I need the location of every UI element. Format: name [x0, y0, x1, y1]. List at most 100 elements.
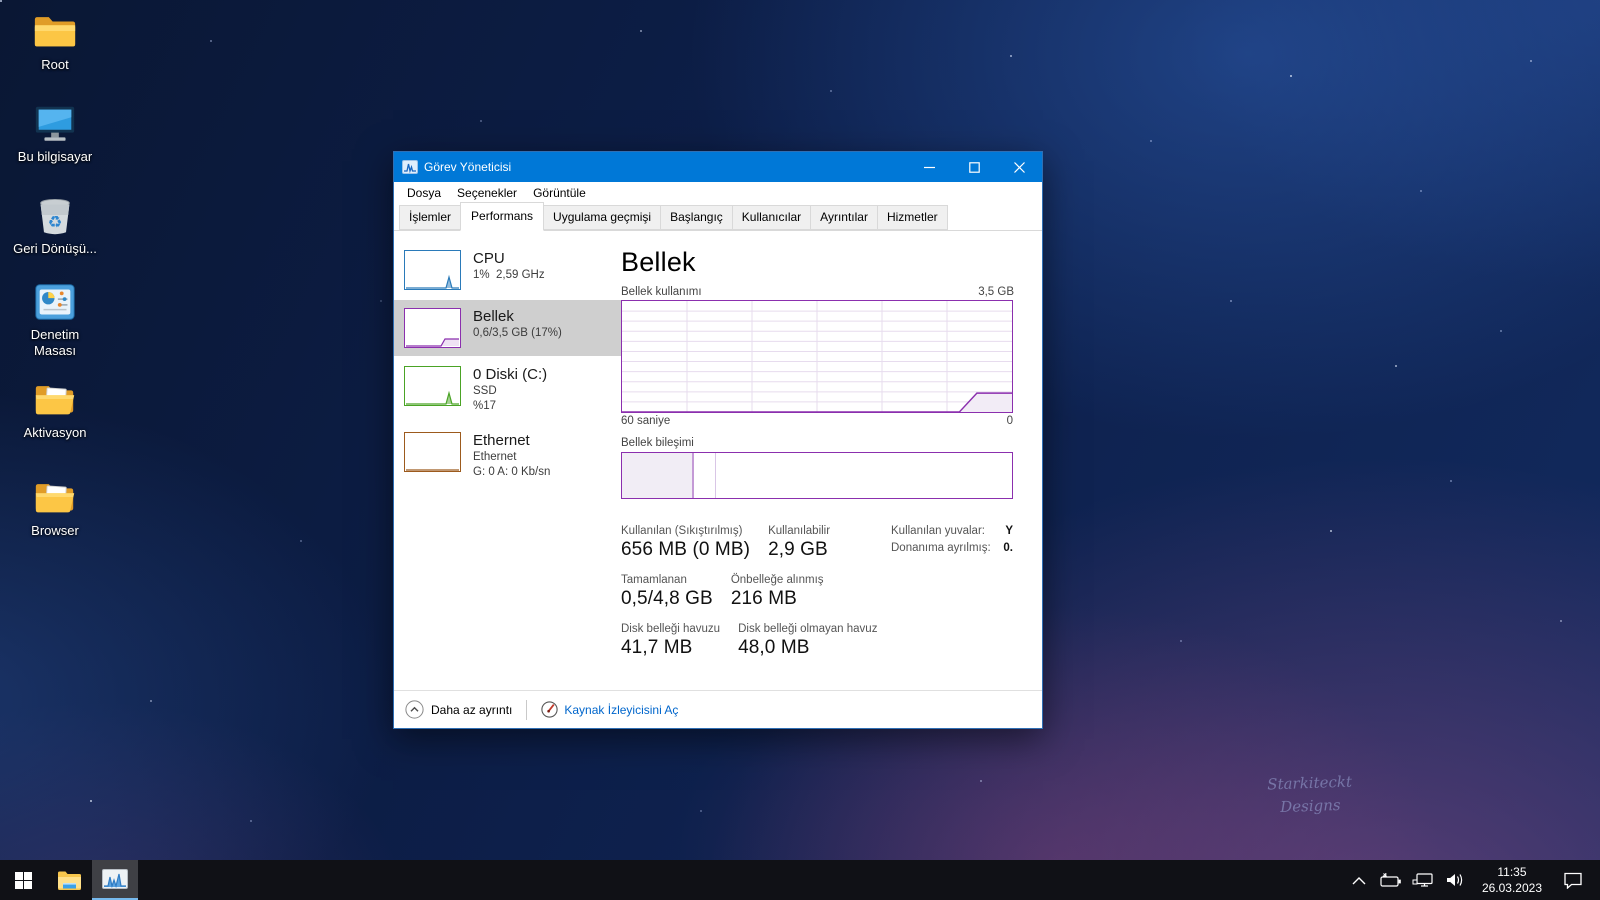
- detail-label: Kullanılan (Sıkıştırılmış): [621, 525, 750, 537]
- file-explorer-button[interactable]: [46, 860, 92, 900]
- detail-value: 656 MB (0 MB): [621, 539, 750, 561]
- start-button[interactable]: [0, 860, 46, 900]
- desktop-icon-activation[interactable]: Aktivasyon: [5, 378, 105, 441]
- volume-icon[interactable]: [1442, 860, 1468, 900]
- open-resource-monitor-link[interactable]: Kaynak İzleyicisini Aç: [541, 701, 678, 718]
- minimize-button[interactable]: [907, 152, 952, 182]
- window-titlebar[interactable]: Görev Yöneticisi: [394, 152, 1042, 182]
- hidden-icons-chevron-icon[interactable]: [1346, 860, 1372, 900]
- side-info-row: Kullanılan yuvalar:Y: [891, 525, 1013, 537]
- svg-text:♻: ♻: [48, 212, 63, 231]
- side-info-row: Donanıma ayrılmış: 0.: [891, 542, 1013, 554]
- sidebar-item-title: CPU: [473, 250, 545, 268]
- desktop-icon-recycle-bin[interactable]: ♻Geri Dönüşü...: [5, 194, 105, 257]
- tab-ayr-nt-lar[interactable]: Ayrıntılar: [811, 205, 878, 230]
- detail-value: 2,9 GB: [768, 539, 830, 561]
- sidebar-item-subtitle: Ethernet: [473, 450, 550, 465]
- memory-usage-label: Bellek kullanımı: [621, 286, 702, 298]
- detail-row: Tamamlanan 0,5/4,8 GB Önbelleğe alınmış 216…: [621, 574, 1013, 610]
- cpu-thumbnail-graph: [404, 250, 461, 290]
- menu-item-0[interactable]: Dosya: [399, 183, 449, 203]
- clock-date: 26.03.2023: [1482, 880, 1542, 896]
- side-info-value: 0.: [1003, 542, 1013, 554]
- clock-time: 11:35: [1482, 864, 1542, 880]
- desktop-icon-browser[interactable]: Browser: [5, 476, 105, 539]
- close-button[interactable]: [997, 152, 1042, 182]
- menu-bar: DosyaSeçeneklerGörüntüle: [394, 182, 1042, 204]
- window-statusbar: Daha az ayrıntı Kaynak İzleyicisini Aç: [394, 690, 1042, 728]
- detail-label: Önbelleğe alınmış: [731, 574, 824, 586]
- recycle-bin-icon: ♻: [31, 194, 79, 238]
- control-panel-icon: [31, 280, 79, 324]
- sidebar-item-disk-0-c[interactable]: 0 Diski (C:)SSD%17: [394, 358, 621, 422]
- sidebar-item-subtitle: G: 0 A: 0 Kb/sn: [473, 465, 550, 480]
- composition-segment-used[interactable]: [622, 453, 694, 498]
- tab-i-lemler[interactable]: İşlemler: [399, 205, 461, 230]
- disk-0-c-thumbnail-graph: [404, 366, 461, 406]
- detail-cell: Kullanılan (Sıkıştırılmış) 656 MB (0 MB): [621, 525, 750, 561]
- windows-logo-icon: [15, 872, 32, 889]
- desktop-icon-root[interactable]: Root: [5, 10, 105, 73]
- sidebar-item-ethernet[interactable]: EthernetEthernetG: 0 A: 0 Kb/sn: [394, 424, 621, 488]
- folder-open-icon: [31, 476, 79, 520]
- maximize-button[interactable]: [952, 152, 997, 182]
- sidebar-item-title: Bellek: [473, 308, 562, 326]
- desktop-icon-label: Aktivasyon: [24, 425, 87, 441]
- desktop-icon-this-pc[interactable]: Bu bilgisayar: [5, 102, 105, 165]
- network-icon[interactable]: [1410, 860, 1436, 900]
- menu-item-2[interactable]: Görüntüle: [525, 183, 594, 203]
- tab-performans[interactable]: Performans: [460, 202, 544, 231]
- tab-uygulama-ge-mi-i[interactable]: Uygulama geçmişi: [544, 205, 661, 230]
- fewer-details-button[interactable]: Daha az ayrıntı: [405, 700, 512, 719]
- memory-panel: Bellek Bellek kullanımı 3,5 GB 60 saniye…: [621, 231, 1042, 690]
- timeline-left-label: 60 saniye: [621, 415, 670, 427]
- composition-segment-free[interactable]: [716, 453, 1012, 498]
- taskbar-clock[interactable]: 11:35 26.03.2023: [1474, 864, 1550, 896]
- window-title: Görev Yöneticisi: [424, 160, 907, 174]
- desktop-icon-label: Browser: [31, 523, 79, 539]
- action-center-icon[interactable]: [1556, 860, 1590, 900]
- memory-side-info: Kullanılan yuvalar:Y Donanıma ayrılmış: 0.: [891, 525, 1013, 559]
- detail-value: 216 MB: [731, 588, 824, 610]
- sidebar-item-title: Ethernet: [473, 432, 550, 450]
- detail-cell: Disk belleği olmayan havuz48,0 MB: [738, 623, 877, 659]
- resource-monitor-icon: [541, 701, 558, 718]
- menu-item-1[interactable]: Seçenekler: [449, 183, 525, 203]
- battery-power-icon[interactable]: [1378, 860, 1404, 900]
- task-manager-taskbar-button[interactable]: [92, 860, 138, 900]
- memory-usage-chart: [621, 300, 1013, 413]
- taskbar-spacer: [138, 860, 1346, 900]
- taskbar: 11:35 26.03.2023: [0, 860, 1600, 900]
- timeline-right-label: 0: [1007, 415, 1013, 427]
- task-manager-icon: [102, 869, 128, 889]
- detail-row: Disk belleği havuzu41,7 MBDisk belleği o…: [621, 623, 1013, 659]
- file-explorer-icon: [57, 870, 82, 891]
- detail-cell: Kullanılabilir2,9 GB: [768, 525, 830, 561]
- performance-sidebar: CPU1% 2,59 GHzBellek0,6/3,5 GB (17%)0 Di…: [394, 231, 621, 690]
- desktop-icon-label: Root: [41, 57, 68, 73]
- sidebar-item-cpu[interactable]: CPU1% 2,59 GHz: [394, 242, 621, 298]
- memory-composition-bar: [621, 452, 1013, 499]
- desktop-icon-label: Denetim Masası: [9, 327, 101, 360]
- memory-thumbnail-graph: [404, 308, 461, 348]
- tab-hizmetler[interactable]: Hizmetler: [878, 205, 948, 230]
- side-info-label: Donanıma ayrılmış:: [891, 542, 991, 554]
- panel-title: Bellek: [621, 247, 1014, 278]
- detail-value: 0,5/4,8 GB: [621, 588, 713, 610]
- memory-details: Kullanılan (Sıkıştırılmış)656 MB (0 MB)K…: [621, 525, 1013, 659]
- tab-ba-lang-[interactable]: Başlangıç: [661, 205, 733, 230]
- ethernet-thumbnail-graph: [404, 432, 461, 472]
- wallpaper-watermark: Starkiteckt Designs: [1239, 770, 1380, 820]
- desktop-icon-label: Bu bilgisayar: [18, 149, 92, 165]
- composition-segment-modified[interactable]: [694, 453, 715, 498]
- sidebar-item-subtitle: 0,6/3,5 GB (17%): [473, 326, 562, 341]
- desktop-icons: Root Bu bilgisayar ♻Geri Dönüşü... Denetim …: [0, 10, 110, 539]
- detail-cell: Tamamlanan 0,5/4,8 GB: [621, 574, 713, 610]
- tab-kullan-c-lar[interactable]: Kullanıcılar: [733, 205, 811, 230]
- desktop-icon-control-panel[interactable]: Denetim Masası: [5, 280, 105, 360]
- sidebar-item-title: 0 Diski (C:): [473, 366, 547, 384]
- detail-label: Disk belleği havuzu: [621, 623, 720, 635]
- detail-label: Tamamlanan: [621, 574, 713, 586]
- detail-label: Disk belleği olmayan havuz: [738, 623, 877, 635]
- sidebar-item-memory[interactable]: Bellek0,6/3,5 GB (17%): [394, 300, 621, 356]
